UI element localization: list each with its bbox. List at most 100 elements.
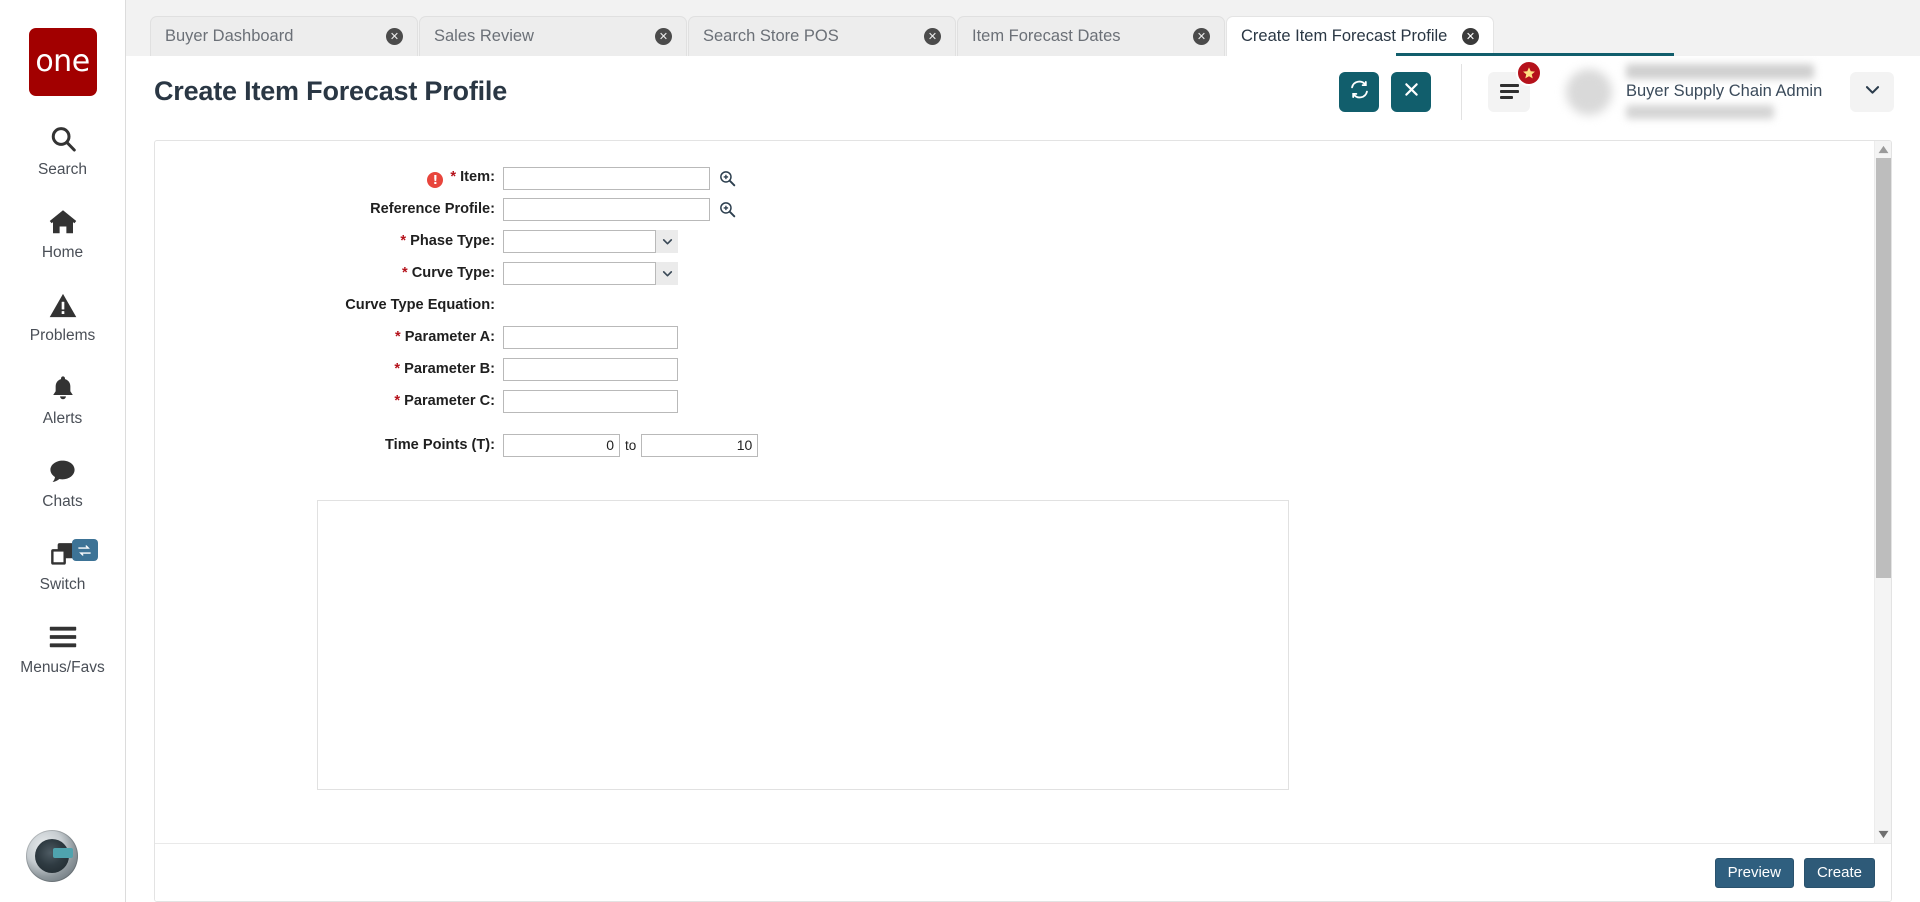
- sidebar-item-label: Alerts: [42, 410, 83, 427]
- field-label-text: Parameter A:: [404, 329, 495, 345]
- tab-search-store-pos[interactable]: Search Store POS ✕: [688, 16, 956, 56]
- switch-context-badge-icon[interactable]: [71, 539, 98, 561]
- chevron-down-icon: [1863, 80, 1882, 104]
- sidebar-item-label: Problems: [29, 327, 96, 344]
- refresh-icon: [1349, 79, 1370, 105]
- phase-type-select[interactable]: [503, 229, 678, 253]
- field-label-text: Parameter B:: [404, 361, 495, 377]
- parameter-a-label: * Parameter A:: [394, 329, 495, 345]
- bell-icon: [49, 369, 77, 407]
- curve-type-select[interactable]: [503, 261, 678, 285]
- time-points-to-input[interactable]: [641, 433, 759, 457]
- avatar[interactable]: [26, 830, 78, 882]
- parameter-b-label: * Parameter B:: [394, 361, 495, 377]
- warning-triangle-icon: [48, 286, 78, 324]
- curve-type-equation-label: Curve Type Equation:: [345, 297, 495, 313]
- close-icon[interactable]: ✕: [655, 28, 672, 45]
- tab-label: Item Forecast Dates: [972, 27, 1121, 45]
- sidebar-item-label: Home: [41, 244, 84, 261]
- phase-type-select-wrapper: [503, 229, 678, 253]
- user-texts: Buyer Supply Chain Admin: [1626, 64, 1826, 119]
- search-icon: [48, 120, 78, 158]
- content-panel: ! * Item: Reference Profile: * Phase Typ…: [154, 140, 1892, 902]
- item-input[interactable]: [503, 166, 710, 190]
- vertical-scrollbar[interactable]: [1874, 141, 1891, 843]
- app-logo-text: one: [35, 44, 90, 79]
- parameter-c-input[interactable]: [503, 389, 678, 413]
- user-avatar: [1566, 68, 1612, 115]
- sidebar-item-menus-favs[interactable]: Menus/Favs: [0, 618, 126, 677]
- curve-type-select-wrapper: [503, 261, 678, 285]
- close-icon[interactable]: ✕: [924, 28, 941, 45]
- curve-type-label: * Curve Type:: [401, 265, 495, 281]
- close-icon[interactable]: ✕: [386, 28, 403, 45]
- tab-label: Search Store POS: [703, 27, 839, 45]
- tab-label: Buyer Dashboard: [165, 27, 294, 45]
- form-scroll-area: ! * Item: Reference Profile: * Phase Typ…: [155, 141, 1891, 843]
- time-points-label: Time Points (T):: [385, 437, 495, 453]
- field-row-phase-type: * Phase Type:: [155, 226, 815, 256]
- user-role: Buyer Supply Chain Admin: [1626, 82, 1823, 100]
- tab-sales-review[interactable]: Sales Review ✕: [419, 16, 687, 56]
- tab-item-forecast-dates[interactable]: Item Forecast Dates ✕: [957, 16, 1225, 56]
- field-row-time-points: Time Points (T): to: [155, 430, 815, 460]
- field-row-reference-profile: Reference Profile:: [155, 194, 815, 224]
- close-icon[interactable]: ✕: [1193, 28, 1210, 45]
- field-label-text: Item:: [460, 168, 495, 185]
- sidebar-item-problems[interactable]: Problems: [0, 286, 126, 345]
- user-menu[interactable]: Buyer Supply Chain Admin: [1566, 64, 1920, 119]
- field-row-parameter-c: * Parameter C:: [155, 386, 815, 416]
- refresh-button[interactable]: [1339, 71, 1379, 112]
- reference-profile-input[interactable]: [503, 197, 710, 221]
- item-label: ! * Item:: [155, 169, 503, 188]
- sidebar-item-home[interactable]: Home: [0, 203, 126, 262]
- tab-buyer-dashboard[interactable]: Buyer Dashboard ✕: [150, 16, 418, 56]
- search-plus-icon[interactable]: [718, 169, 737, 188]
- user-menu-toggle[interactable]: [1850, 71, 1894, 112]
- parameter-c-label: * Parameter C:: [394, 393, 495, 409]
- time-points-to-label: to: [625, 437, 637, 453]
- close-icon[interactable]: ✕: [1462, 28, 1479, 45]
- page-title: Create Item Forecast Profile: [154, 76, 508, 106]
- sidebar-item-alerts[interactable]: Alerts: [0, 369, 126, 428]
- tab-create-item-forecast-profile[interactable]: Create Item Forecast Profile ✕: [1226, 16, 1494, 56]
- search-plus-icon[interactable]: [718, 200, 737, 219]
- forecast-preview-chart-area: [317, 500, 1289, 790]
- tab-label: Sales Review: [434, 27, 534, 45]
- main-region: Buyer Dashboard ✕ Sales Review ✕ Search …: [126, 0, 1920, 902]
- phase-type-label: * Phase Type:: [400, 233, 495, 249]
- form-footer: Preview Create: [155, 843, 1891, 901]
- field-row-parameter-a: * Parameter A:: [155, 322, 815, 352]
- reference-profile-label: Reference Profile:: [370, 201, 495, 217]
- field-row-item: ! * Item:: [155, 163, 815, 193]
- chat-bubble-icon: [47, 452, 78, 490]
- parameter-b-input[interactable]: [503, 357, 678, 381]
- page-header: Create Item Forecast Profile Buyer Suppl…: [126, 56, 1920, 128]
- avatar-image: [35, 839, 73, 873]
- sidebar-item-search[interactable]: Search: [0, 120, 126, 179]
- user-name-redacted: [1626, 64, 1814, 79]
- app-logo[interactable]: one: [28, 28, 97, 96]
- time-points-from-input[interactable]: [503, 433, 620, 457]
- field-row-parameter-b: * Parameter B:: [155, 354, 815, 384]
- scroll-down-button[interactable]: [1875, 826, 1892, 843]
- tab-label: Create Item Forecast Profile: [1241, 27, 1448, 45]
- error-icon: !: [427, 171, 444, 188]
- user-org-redacted: [1626, 105, 1774, 119]
- preview-button[interactable]: Preview: [1714, 857, 1794, 888]
- menu-button-wrapper: [1488, 59, 1542, 112]
- scrollbar-thumb[interactable]: [1875, 158, 1891, 578]
- field-row-curve-type: * Curve Type:: [155, 258, 815, 288]
- field-label-text: Curve Type:: [411, 265, 495, 281]
- create-button[interactable]: Create: [1803, 857, 1875, 888]
- header-divider: [1461, 63, 1462, 120]
- sidebar-item-label: Search: [37, 161, 88, 178]
- star-icon[interactable]: [1516, 59, 1542, 86]
- parameter-a-input[interactable]: [503, 325, 678, 349]
- hamburger-icon: [48, 618, 78, 656]
- sidebar-item-switch[interactable]: Switch: [0, 535, 126, 594]
- close-button[interactable]: [1391, 71, 1431, 112]
- sidebar-item-chats[interactable]: Chats: [0, 452, 126, 511]
- scrollbar-track[interactable]: [1875, 158, 1892, 826]
- scroll-up-button[interactable]: [1875, 141, 1892, 158]
